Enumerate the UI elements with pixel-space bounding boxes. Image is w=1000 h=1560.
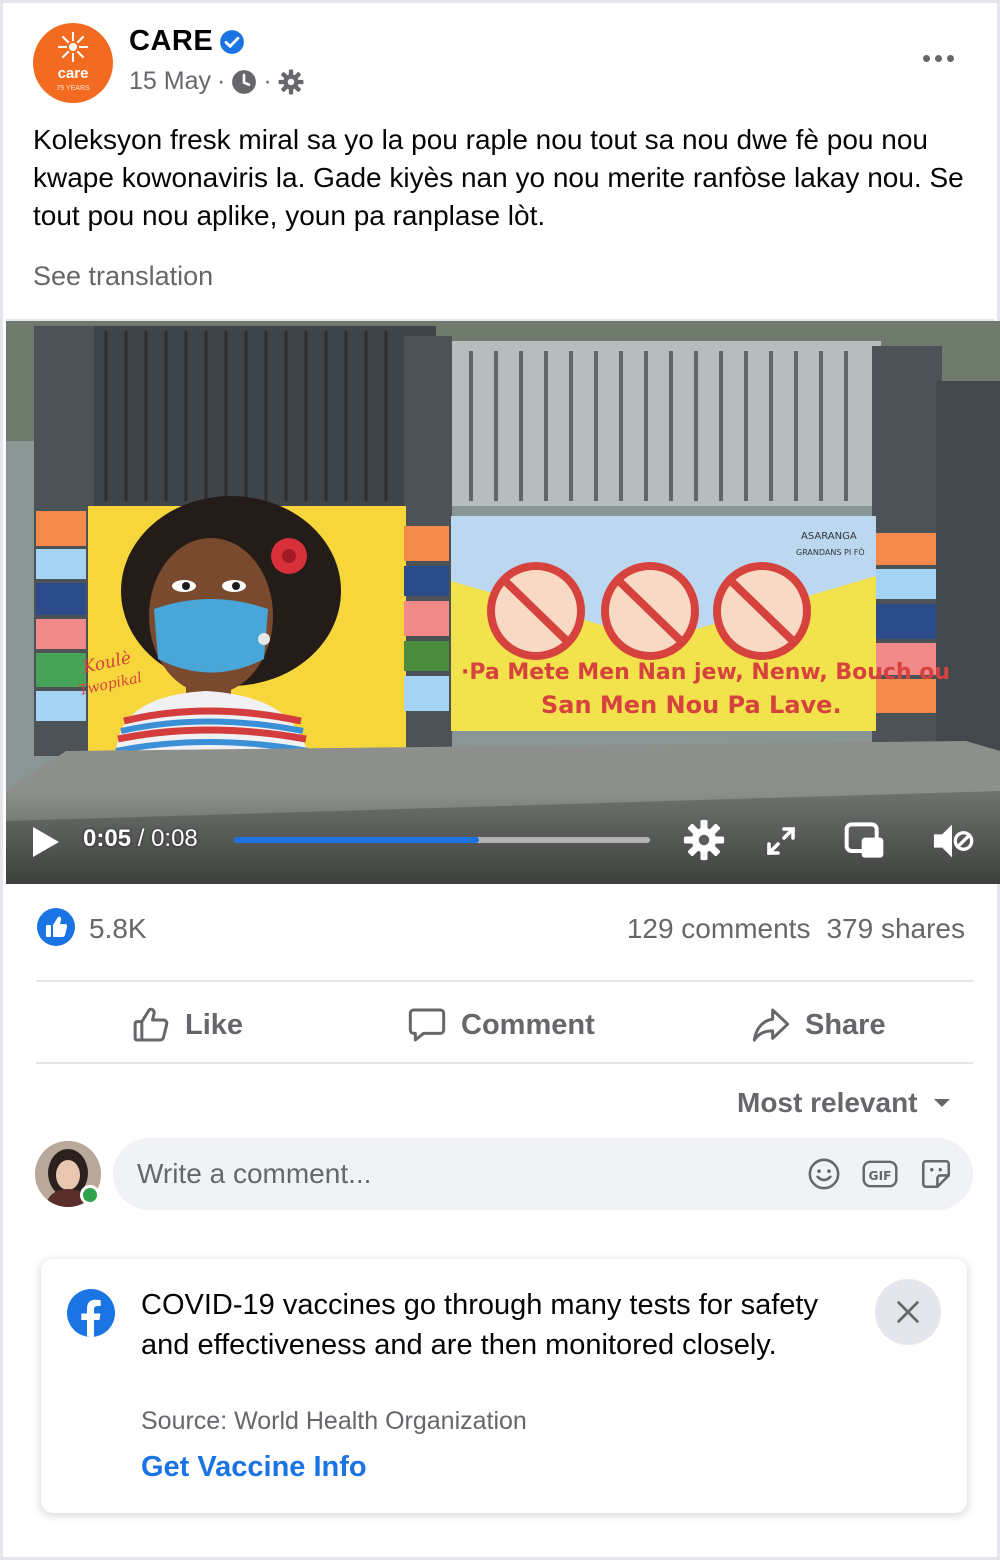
online-status-indicator — [80, 1185, 100, 1205]
post-date-link[interactable]: 15 May — [129, 67, 211, 96]
video-frame-mural: Koulè Twopikal ·Pa Mete Men Nan jew, Nen… — [6, 321, 1000, 884]
sticker-icon[interactable] — [919, 1157, 953, 1191]
close-info-card-button[interactable] — [875, 1279, 941, 1345]
covid-info-card: COVID-19 vaccines go through many tests … — [41, 1259, 967, 1513]
like-reaction-icon[interactable] — [37, 908, 75, 946]
info-card-source: Source: World Health Organization — [141, 1407, 527, 1435]
more-dot-icon — [946, 54, 954, 62]
share-arrow-icon — [752, 1008, 790, 1042]
caret-down-icon — [933, 1099, 950, 1107]
picture-in-picture-icon[interactable] — [843, 821, 887, 861]
mural-sponsor-sub: GRANDANS PI FÒ — [796, 546, 865, 557]
video-player[interactable]: Koulè Twopikal ·Pa Mete Men Nan jew, Nen… — [6, 321, 1000, 884]
speech-bubble-icon — [408, 1008, 446, 1042]
video-progress-bar[interactable] — [234, 837, 650, 843]
mural-slogan-line2: San Men Nou Pa Lave. — [541, 691, 842, 719]
avatar-logo-subtext: 75 YEARS — [56, 85, 90, 92]
like-label: Like — [185, 1008, 244, 1041]
video-progress-fill — [234, 837, 480, 843]
divider — [36, 980, 973, 982]
more-dot-icon — [922, 54, 930, 62]
thumbs-up-icon — [46, 916, 68, 937]
comments-count-link[interactable]: 129 comments — [627, 913, 811, 945]
post-meta: 15 May · · — [129, 67, 304, 96]
close-icon — [897, 1301, 919, 1323]
post-message: Koleksyon fresk miral sa yo la pou raple… — [33, 124, 964, 231]
gif-icon[interactable]: GIF — [861, 1157, 899, 1191]
facebook-logo-icon — [67, 1289, 115, 1337]
like-button[interactable]: Like — [131, 1003, 243, 1047]
get-vaccine-info-link[interactable]: Get Vaccine Info — [141, 1451, 367, 1484]
fullscreen-icon[interactable] — [763, 823, 799, 859]
current-time: 0:05 — [83, 825, 132, 852]
reaction-count[interactable]: 5.8K — [89, 913, 147, 945]
video-time: 0:05 / 0:08 — [83, 825, 198, 853]
meta-separator: · — [263, 67, 272, 95]
emoji-icon[interactable] — [807, 1157, 841, 1191]
comment-button[interactable]: Comment — [407, 1003, 595, 1047]
volume-muted-icon[interactable] — [929, 821, 975, 861]
avatar-logo-text: care — [57, 65, 89, 82]
thumbs-up-outline-icon — [133, 1007, 169, 1042]
svg-text:GIF: GIF — [869, 1169, 892, 1183]
comment-sort-dropdown[interactable]: Most relevant — [737, 1087, 952, 1119]
mural-slogan-line1: ·Pa Mete Men Nan jew, Nenw, Bouch ou — [461, 660, 950, 685]
comment-input[interactable] — [137, 1138, 777, 1210]
page-name-link[interactable]: CARE — [129, 25, 213, 58]
more-dot-icon — [934, 54, 942, 62]
divider — [36, 1062, 973, 1064]
info-card-message: COVID-19 vaccines go through many tests … — [141, 1289, 818, 1361]
share-button[interactable]: Share — [751, 1003, 886, 1047]
time-separator: / — [131, 825, 152, 852]
comment-composer[interactable]: GIF — [113, 1138, 973, 1210]
duration: 0:08 — [151, 825, 198, 852]
meta-separator: · — [216, 67, 226, 95]
post-card: care 75 YEARS CARE 15 May · · Koleksyon … — [0, 0, 1000, 1560]
engagement-stats: 129 comments 379 shares — [627, 913, 965, 945]
comment-label: Comment — [461, 1008, 595, 1041]
mural-sponsor: ASARANGA — [801, 531, 857, 542]
share-label: Share — [805, 1008, 886, 1041]
verified-badge-icon — [220, 30, 244, 54]
more-options-button[interactable] — [915, 43, 961, 73]
see-translation-link[interactable]: See translation — [33, 261, 213, 292]
sort-label: Most relevant — [737, 1087, 918, 1118]
play-icon[interactable] — [31, 825, 61, 859]
page-avatar[interactable]: care 75 YEARS — [33, 23, 113, 103]
globe-clock-icon[interactable] — [231, 69, 257, 95]
gear-icon[interactable] — [278, 69, 304, 95]
video-settings-gear-icon[interactable] — [683, 819, 725, 861]
care-logo-icon — [58, 32, 88, 62]
shares-count-link[interactable]: 379 shares — [826, 913, 965, 945]
